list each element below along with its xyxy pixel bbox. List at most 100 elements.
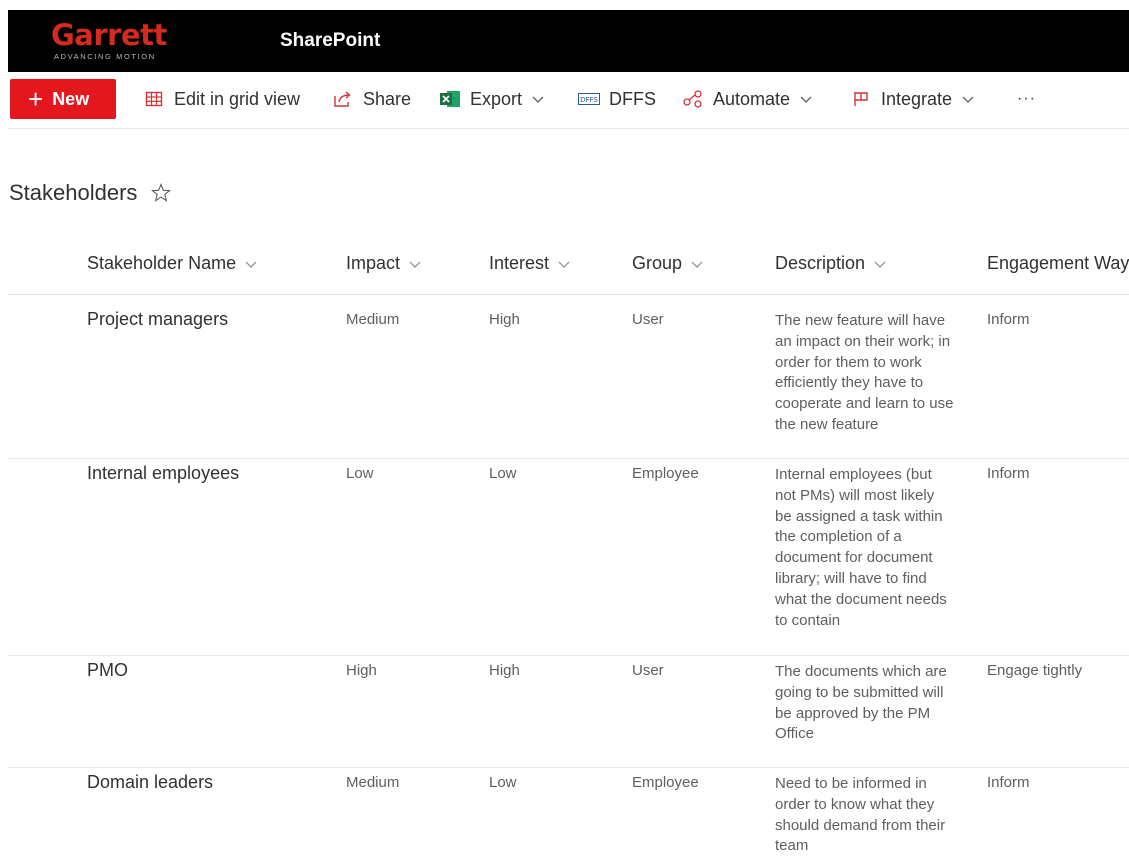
- column-header-engagement-way[interactable]: Engagement Way: [987, 253, 1129, 274]
- cell-group: User: [632, 662, 664, 679]
- integrate-label: Integrate: [881, 88, 953, 109]
- more-options-button[interactable]: ···: [1017, 80, 1036, 118]
- cell-description: Need to be informed in order to know what…: [775, 774, 971, 857]
- svg-text:DFFS: DFFS: [580, 96, 598, 104]
- plus-icon: +: [28, 84, 44, 114]
- list-title-area: Stakeholders: [9, 180, 172, 206]
- cell-engagement-way: Inform: [987, 311, 1030, 328]
- logo-subtext: ADVANCING MOTION: [54, 52, 156, 61]
- dffs-button[interactable]: DFFS DFFS: [578, 80, 656, 118]
- automate-label: Automate: [713, 88, 791, 109]
- share-label: Share: [363, 88, 412, 109]
- cell-description: Internal employees (but not PMs) will mos…: [775, 465, 971, 631]
- header-divider: [8, 294, 1129, 295]
- cell-impact: Medium: [346, 774, 400, 791]
- app-name[interactable]: SharePoint: [280, 30, 380, 52]
- cell-interest: High: [489, 662, 520, 679]
- share-button[interactable]: Share: [332, 80, 411, 118]
- automate-chevron-down-icon: [800, 96, 812, 103]
- column-header-impact[interactable]: Impact: [346, 253, 422, 274]
- description-line: be approved by the PM: [775, 704, 931, 722]
- description-line: Need to be informed in: [775, 775, 927, 792]
- suite-bar: Garrett ADVANCING MOTION SharePoint: [8, 10, 1129, 72]
- cell-interest: Low: [489, 465, 517, 482]
- sort-chevron-down-icon: [409, 261, 421, 268]
- row-divider: [8, 458, 1129, 459]
- export-label: Export: [470, 88, 523, 109]
- sharepoint-window: Garrett ADVANCING MOTION SharePoint + Ne…: [8, 10, 1129, 854]
- cell-interest: High: [489, 311, 520, 328]
- share-icon: [332, 88, 354, 110]
- grid-icon: [143, 88, 165, 110]
- description-line: to contain: [775, 611, 841, 629]
- new-button-label: New: [52, 88, 90, 109]
- column-header-stakeholder-name[interactable]: Stakeholder Name: [87, 253, 258, 274]
- cell-group: User: [632, 311, 664, 328]
- column-header-group[interactable]: Group: [632, 253, 704, 274]
- edit-grid-view-label: Edit in grid view: [174, 88, 301, 109]
- description-line: should demand from their: [775, 816, 946, 834]
- cell-interest: Low: [489, 774, 517, 791]
- description-line: Internal employees (but: [775, 466, 932, 483]
- cell-engagement-way: Inform: [987, 774, 1030, 791]
- description-line: order to know what they: [775, 795, 935, 813]
- description-line: the new feature: [775, 415, 879, 433]
- description-line: the completion of a: [775, 528, 902, 546]
- sort-chevron-down-icon: [691, 261, 703, 268]
- cell-stakeholder-name[interactable]: Domain leaders: [87, 772, 213, 793]
- dffs-label: DFFS: [609, 88, 656, 109]
- column-header-label: Impact: [346, 253, 401, 273]
- description-line: The documents which are: [775, 663, 947, 680]
- automate-button[interactable]: Automate: [682, 80, 813, 118]
- cell-description: The documents which are going to be submi…: [775, 662, 971, 745]
- garrett-logo[interactable]: Garrett ADVANCING MOTION: [51, 18, 181, 66]
- description-line: cooperate and learn to use: [775, 395, 954, 413]
- sort-chevron-down-icon: [874, 261, 886, 268]
- description-line: document for document: [775, 549, 933, 567]
- cell-impact: High: [346, 662, 377, 679]
- command-bar: + New Edit in grid view Share Export DFF…: [8, 72, 1129, 129]
- column-header-label: Interest: [489, 253, 550, 273]
- favorite-star-icon[interactable]: [150, 182, 172, 204]
- cell-description: The new feature will have an impact on th…: [775, 311, 971, 436]
- more-icon: ···: [1017, 90, 1036, 107]
- sort-chevron-down-icon: [245, 261, 257, 268]
- edit-grid-view-button[interactable]: Edit in grid view: [143, 80, 300, 118]
- cell-impact: Low: [346, 465, 374, 482]
- column-header-description[interactable]: Description: [775, 253, 887, 274]
- cell-impact: Medium: [346, 311, 400, 328]
- cell-engagement-way: Engage tightly: [987, 662, 1083, 679]
- row-divider: [8, 655, 1129, 656]
- description-line: library; will have to find: [775, 569, 927, 587]
- cell-stakeholder-name[interactable]: Project managers: [87, 309, 228, 330]
- integrate-button[interactable]: Integrate: [850, 80, 975, 118]
- page-title[interactable]: Stakeholders: [9, 180, 137, 206]
- column-header-label: Stakeholder Name: [87, 253, 237, 273]
- description-line: an impact on their work; in: [775, 332, 951, 350]
- cell-engagement-way: Inform: [987, 465, 1030, 482]
- description-line: not PMs) will most likely: [775, 486, 935, 504]
- flow-icon: [682, 88, 704, 110]
- column-header-label: Group: [632, 253, 683, 273]
- cell-group: Employee: [632, 774, 699, 791]
- export-button[interactable]: Export: [439, 80, 545, 118]
- row-divider: [8, 767, 1129, 768]
- integrate-chevron-down-icon: [962, 96, 974, 103]
- description-line: going to be submitted will: [775, 683, 944, 701]
- description-line: what the document needs: [775, 590, 947, 608]
- integrate-icon: [850, 88, 872, 110]
- cell-stakeholder-name[interactable]: PMO: [87, 660, 128, 681]
- description-line: The new feature will have: [775, 312, 946, 329]
- column-header-label: Engagement Way: [987, 253, 1129, 273]
- sort-chevron-down-icon: [558, 261, 570, 268]
- column-header-label: Description: [775, 253, 866, 273]
- description-line: be assigned a task within: [775, 507, 943, 525]
- logo-text: Garrett: [51, 18, 167, 52]
- description-line: order for them to work: [775, 353, 922, 371]
- export-chevron-down-icon: [532, 96, 544, 103]
- cell-group: Employee: [632, 465, 699, 482]
- column-header-interest[interactable]: Interest: [489, 253, 571, 274]
- dffs-icon: DFFS: [578, 88, 600, 110]
- cell-stakeholder-name[interactable]: Internal employees: [87, 463, 239, 484]
- new-button[interactable]: + New: [10, 79, 116, 119]
